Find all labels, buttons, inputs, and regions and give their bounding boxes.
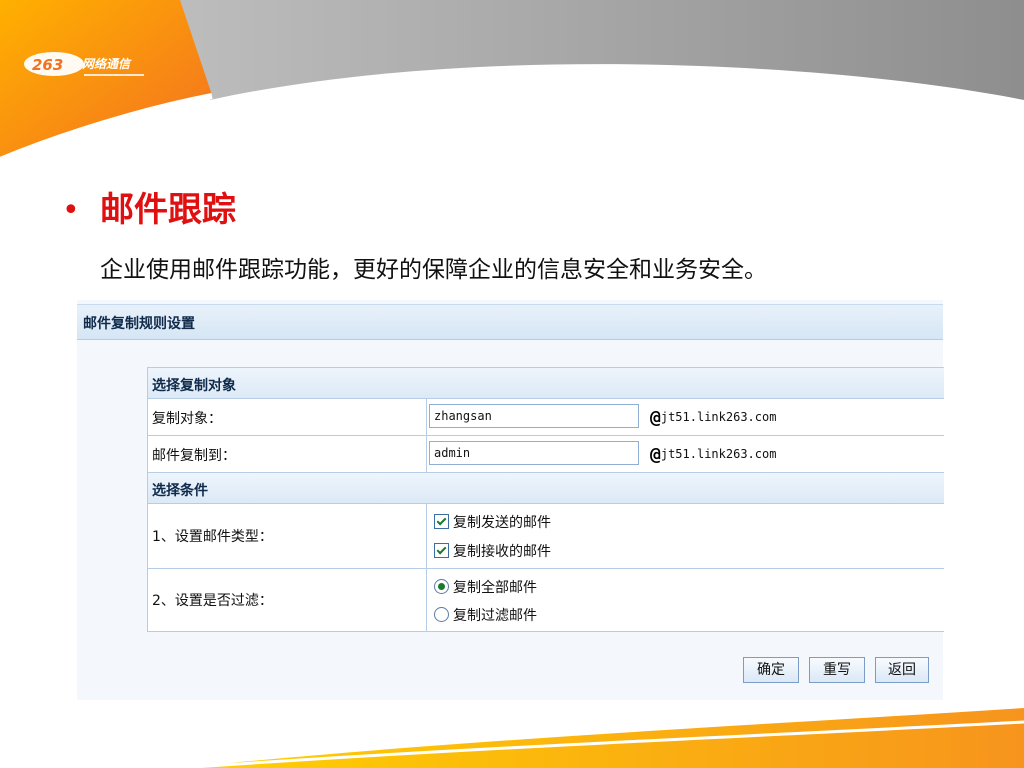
back-button[interactable]: 返回: [875, 657, 929, 683]
section-copy-target-title: 选择复制对象: [152, 378, 236, 394]
at-sign: @: [650, 407, 661, 428]
checkbox-checked-icon[interactable]: [434, 514, 449, 529]
domain-text: jt51.link263.com: [660, 447, 777, 461]
logo-icon: 263 网络通信: [24, 52, 144, 76]
section-conditions: 选择条件: [148, 473, 944, 504]
radio-copy-all-label: 复制全部邮件: [453, 580, 537, 596]
panel-title: 邮件复制规则设置: [83, 316, 195, 332]
copy-to-input[interactable]: admin: [429, 441, 639, 465]
checkbox-copy-received-label: 复制接收的邮件: [453, 544, 551, 560]
checkbox-copy-sent[interactable]: 复制发送的邮件: [434, 512, 551, 532]
rule-form: 选择复制对象 复制对象： zhangsan @jt51.link263.com …: [147, 367, 944, 632]
at-sign: @: [650, 444, 661, 465]
copy-to-label: 邮件复制到：: [152, 448, 236, 464]
mail-type-row: 1、设置邮件类型： 复制发送的邮件 复制接收的邮件: [148, 504, 944, 569]
copy-to-row: 邮件复制到： admin @jt51.link263.com: [148, 436, 944, 473]
svg-text:网络通信: 网络通信: [82, 57, 132, 71]
copy-target-domain: @jt51.link263.com: [650, 407, 776, 428]
slide-title: 邮件跟踪: [100, 190, 236, 230]
filter-row: 2、设置是否过滤： 复制全部邮件 复制过滤邮件: [148, 569, 944, 631]
rewrite-button[interactable]: 重写: [809, 657, 865, 683]
checkbox-copy-received[interactable]: 复制接收的邮件: [434, 541, 551, 561]
bullet-marker: •: [62, 193, 80, 228]
copy-target-row: 复制对象： zhangsan @jt51.link263.com: [148, 399, 944, 436]
mail-type-label: 1、设置邮件类型：: [152, 529, 273, 545]
mail-copy-rule-panel: 邮件复制规则设置 选择复制对象 复制对象： zhangsan @jt51.lin…: [77, 300, 944, 700]
slide-description: 企业使用邮件跟踪功能，更好的保障企业的信息安全和业务安全。: [100, 257, 767, 283]
section-copy-target: 选择复制对象: [148, 368, 944, 399]
radio-unselected-icon[interactable]: [434, 607, 449, 622]
checkbox-copy-sent-label: 复制发送的邮件: [453, 515, 551, 531]
filter-label: 2、设置是否过滤：: [152, 593, 273, 609]
radio-copy-filtered-label: 复制过滤邮件: [453, 608, 537, 624]
domain-text: jt51.link263.com: [660, 410, 777, 424]
panel-header: 邮件复制规则设置: [77, 304, 943, 340]
radio-copy-filtered[interactable]: 复制过滤邮件: [434, 605, 537, 625]
svg-text:263: 263: [32, 56, 63, 74]
copy-target-label: 复制对象：: [152, 411, 222, 427]
copy-to-domain: @jt51.link263.com: [650, 444, 776, 465]
radio-selected-icon[interactable]: [434, 579, 449, 594]
section-conditions-title: 选择条件: [152, 483, 208, 499]
confirm-button[interactable]: 确定: [743, 657, 799, 683]
checkbox-checked-icon[interactable]: [434, 543, 449, 558]
copy-target-input[interactable]: zhangsan: [429, 404, 639, 428]
radio-copy-all[interactable]: 复制全部邮件: [434, 577, 537, 597]
